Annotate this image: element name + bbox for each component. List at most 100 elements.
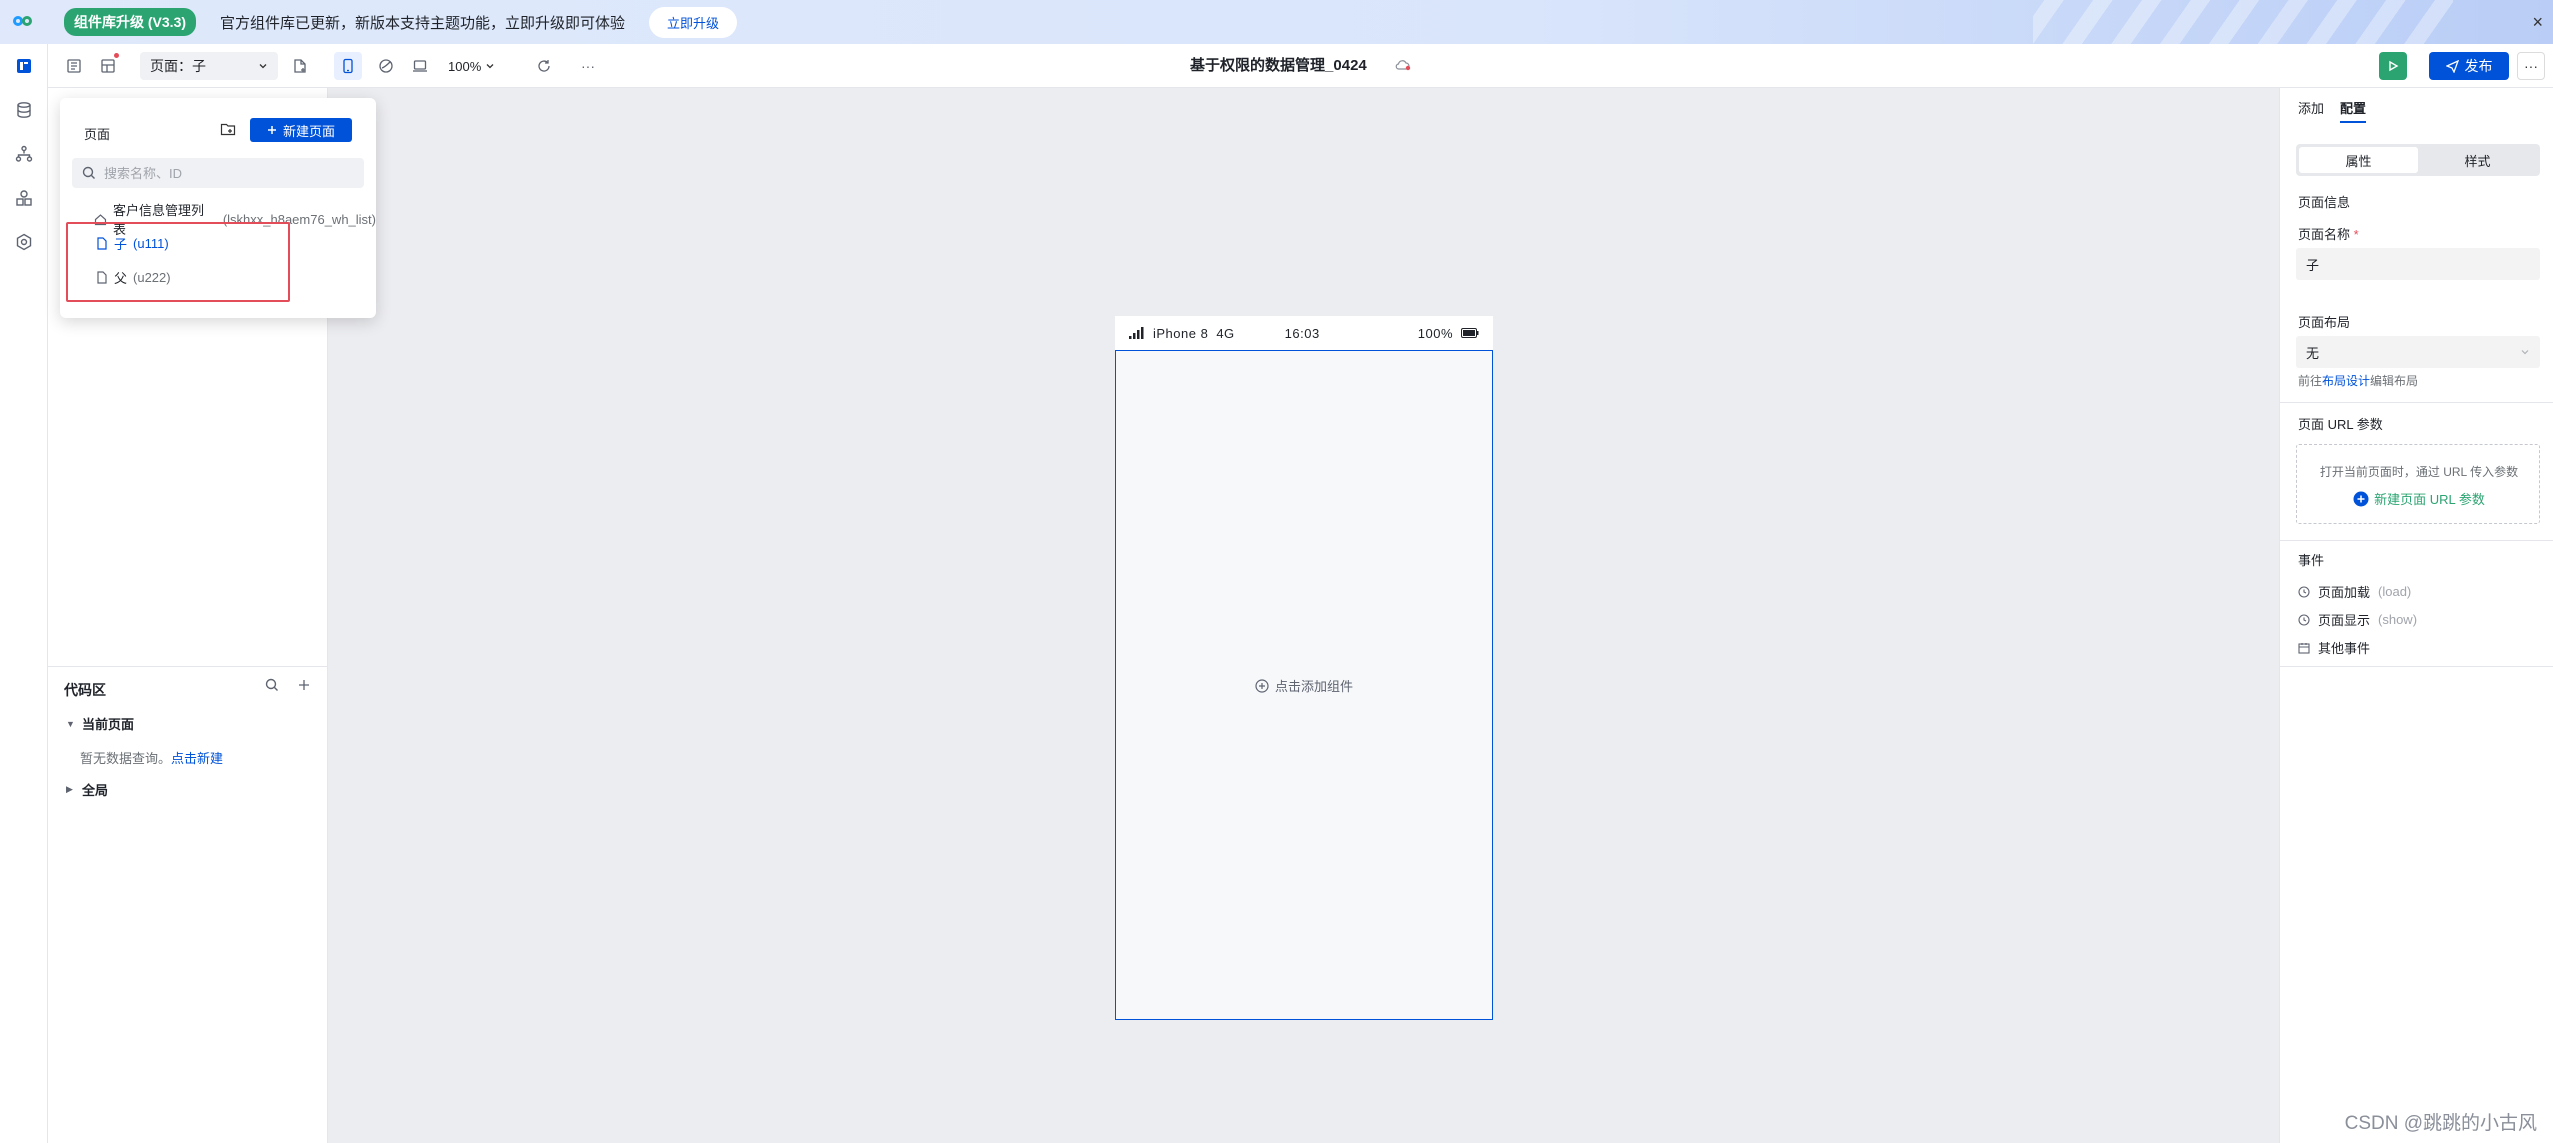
section-divider [2280, 540, 2553, 541]
event-name: 页面显示 [2318, 613, 2371, 628]
tree-current-page-label: 当前页面 [82, 717, 135, 732]
right-panel: 添加 配置 属性 样式 页面信息 页面名称 * 子 页面布局 无 前往布局设计编… [2279, 88, 2553, 1143]
page-item-child[interactable]: 子 (u111) [96, 234, 169, 253]
config-segment: 属性 样式 [2296, 144, 2540, 176]
code-area-divider [48, 666, 328, 667]
signal-icon [1129, 327, 1144, 339]
layout-chevron-icon [2521, 350, 2529, 355]
rail-components-icon[interactable] [0, 176, 48, 220]
new-url-param-button[interactable]: 新建页面 URL 参数 [2297, 489, 2541, 508]
new-page-label: 新建页面 [282, 123, 335, 139]
page-select[interactable]: 页面：子 [140, 52, 278, 80]
layout-icon[interactable] [96, 52, 120, 80]
banner-message: 官方组件库已更新，新版本支持主题功能，立即升级即可体验 [220, 14, 626, 32]
upgrade-banner: 组件库升级 (V3.3) 官方组件库已更新，新版本支持主题功能，立即升级即可体验… [0, 0, 2553, 44]
add-page-icon[interactable] [288, 52, 312, 80]
page-info-heading: 页面信息 [2298, 195, 2351, 210]
header-more-button[interactable]: ··· [2517, 52, 2545, 80]
page-item-name: 父 [114, 271, 128, 286]
search-icon [82, 166, 95, 179]
url-params-hint: 打开当前页面时，通过 URL 传入参数 [2319, 465, 2519, 479]
url-params-box: 打开当前页面时，通过 URL 传入参数 新建页面 URL 参数 [2296, 444, 2540, 524]
send-icon [2445, 59, 2459, 73]
publish-button[interactable]: 发布 [2429, 52, 2509, 80]
add-circle-icon [1255, 678, 1269, 693]
event-show[interactable]: 页面显示 (show) [2298, 610, 2417, 629]
upgrade-badge: 组件库升级 (V3.3) [64, 8, 197, 36]
code-empty-text: 暂无数据查询。点击新建 [80, 748, 223, 767]
event-other[interactable]: 其他事件 [2298, 638, 2370, 657]
banner-decoration [2033, 0, 2453, 44]
zoom-select[interactable]: 100% [448, 52, 495, 80]
chevron-down-icon [259, 64, 267, 69]
segment-styles[interactable]: 样式 [2418, 147, 2537, 173]
page-search[interactable] [72, 158, 364, 188]
mobile-view-icon[interactable] [334, 52, 362, 80]
new-page-button[interactable]: 新建页面 [250, 118, 352, 142]
required-mark: * [2350, 227, 2359, 242]
clock-icon [2298, 585, 2310, 598]
tree-global[interactable]: ▶ 全局 [66, 780, 108, 799]
page-name-value: 子 [2306, 257, 2320, 273]
page-item-name: 客户信息管理列表 [112, 203, 204, 237]
segment-properties[interactable]: 属性 [2299, 147, 2418, 173]
calendar-icon [2298, 642, 2310, 654]
publish-label: 发布 [2464, 58, 2493, 74]
desktop-view-icon[interactable] [406, 52, 434, 80]
event-load[interactable]: 页面加载 (load) [2298, 582, 2411, 601]
run-preview-button[interactable] [2379, 52, 2407, 80]
section-divider [2280, 666, 2553, 667]
page-item-id: (lskhxx_h8aem76_wh_list) [222, 211, 376, 227]
layout-hint: 前往布局设计编辑布局 [2298, 372, 2418, 389]
code-search-icon[interactable] [265, 678, 279, 692]
tree-global-label: 全局 [82, 783, 109, 798]
page-search-input[interactable] [104, 165, 344, 181]
phone-status-bar: iPhone 8 4G 16:03 100% [1115, 316, 1493, 350]
rail-settings-icon[interactable] [0, 220, 48, 264]
layout-select[interactable]: 无 [2296, 336, 2540, 368]
page-item-id: (u222) [133, 270, 171, 285]
phone-canvas[interactable]: 点击添加组件 [1115, 350, 1493, 1020]
upgrade-now-button[interactable]: 立即升级 [649, 6, 738, 38]
page-name-field[interactable]: 子 [2296, 248, 2540, 280]
event-name: 页面加载 [2318, 585, 2371, 600]
device-name: iPhone 8 [1153, 325, 1209, 341]
tablet-view-icon[interactable] [372, 52, 400, 80]
popup-title: 页面 [84, 127, 111, 142]
rail-database-icon[interactable] [0, 88, 48, 132]
add-filled-icon [2353, 491, 2369, 506]
logo-icon [13, 12, 35, 32]
refresh-icon[interactable] [530, 52, 558, 80]
banner-close-icon[interactable]: × [2532, 12, 2543, 33]
app-logo[interactable] [0, 0, 48, 44]
tab-add[interactable]: 添加 [2298, 98, 2324, 123]
section-divider [2280, 402, 2553, 403]
code-add-icon[interactable] [297, 678, 311, 692]
add-component-label: 点击添加组件 [1274, 679, 1353, 694]
app-title: 基于权限的数据管理_0424 [1190, 57, 1367, 74]
right-panel-tabs: 添加 配置 [2298, 98, 2367, 123]
left-icon-rail [0, 44, 48, 1143]
caret-down-icon: ▼ [66, 718, 75, 729]
outline-icon[interactable] [62, 52, 86, 80]
page-item-home[interactable]: 客户信息管理列表 (lskhxx_h8aem76_wh_list) [94, 200, 376, 238]
add-component-hint[interactable]: 点击添加组件 [1116, 676, 1492, 695]
rail-pages-icon[interactable] [0, 44, 48, 88]
new-folder-icon[interactable] [220, 122, 236, 139]
url-params-heading: 页面 URL 参数 [2298, 417, 2383, 432]
clock-icon [2298, 613, 2310, 626]
tab-config[interactable]: 配置 [2340, 98, 2367, 123]
layout-design-link[interactable]: 布局设计 [2322, 374, 2370, 388]
home-icon [94, 213, 107, 225]
status-time: 16:03 [1284, 325, 1320, 341]
page-select-value: 页面：子 [150, 58, 206, 74]
page-item-parent[interactable]: 父 (u222) [96, 268, 171, 287]
toolbar-more-icon[interactable]: ··· [574, 52, 602, 80]
layout-hint-prefix: 前往 [2298, 374, 2323, 388]
page-list-popup: 页面 新建页面 客户信息管理列表 (lskhxx_h8aem76_wh_list… [60, 98, 376, 318]
rail-flow-icon[interactable] [0, 132, 48, 176]
create-query-link[interactable]: 点击新建 [171, 751, 223, 766]
page-name-label-text: 页面名称 [2298, 227, 2351, 242]
tree-current-page[interactable]: ▼ 当前页面 [66, 714, 134, 733]
zoom-value: 100% [448, 58, 482, 74]
